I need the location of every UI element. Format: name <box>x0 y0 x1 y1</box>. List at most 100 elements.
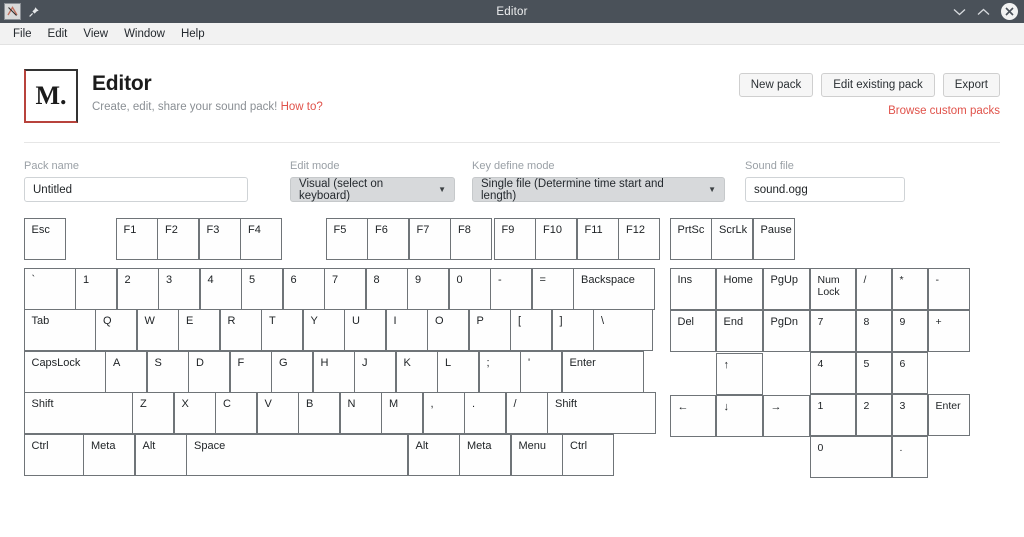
key-menu-r4c6[interactable]: Menu <box>511 434 563 476</box>
menu-item-file[interactable]: File <box>6 26 39 42</box>
key-s-r2c2[interactable]: S <box>147 351 189 393</box>
key-g-r2c5[interactable]: G <box>271 351 313 393</box>
key-arrow-down[interactable]: ↓ <box>716 395 764 437</box>
key-f8[interactable]: F8 <box>450 218 492 260</box>
key-f5[interactable]: F5 <box>326 218 368 260</box>
key-key-r0c12[interactable]: = <box>532 268 574 310</box>
key-arrow-right[interactable]: → <box>763 395 811 437</box>
key-key-r3c10[interactable]: / <box>506 392 548 434</box>
key-key-r0c11[interactable]: - <box>490 268 532 310</box>
key-numpad-enter[interactable]: Enter <box>928 394 971 436</box>
key-a-r2c1[interactable]: A <box>105 351 147 393</box>
key-d-r2c3[interactable]: D <box>188 351 230 393</box>
key-key-r1c13[interactable]: \ <box>593 309 653 351</box>
key-p-r1c10[interactable]: P <box>469 309 511 351</box>
key-numpad-7[interactable]: 7 <box>810 310 857 352</box>
key-3-r0c3[interactable]: 3 <box>158 268 200 310</box>
key-pgup[interactable]: PgUp <box>763 268 811 310</box>
key-f6[interactable]: F6 <box>367 218 409 260</box>
key-key-r2c10[interactable]: ; <box>479 351 521 393</box>
key-alt-r4c4[interactable]: Alt <box>408 434 460 476</box>
key-ctrl-r4c0[interactable]: Ctrl <box>24 434 84 476</box>
key-f12[interactable]: F12 <box>618 218 660 260</box>
key-numpad-8[interactable]: 8 <box>856 310 893 352</box>
key-f1[interactable]: F1 <box>116 218 158 260</box>
key-n-r3c6[interactable]: N <box>340 392 382 434</box>
export-button[interactable]: Export <box>943 73 1000 97</box>
key-capslock-r2c0[interactable]: CapsLock <box>24 351 106 393</box>
key-m-r3c7[interactable]: M <box>381 392 423 434</box>
edit-mode-select[interactable]: Visual (select on keyboard) ▼ <box>290 177 455 202</box>
key-scrlk[interactable]: ScrLk <box>711 218 753 260</box>
key-numpad-1[interactable]: 1 <box>810 394 857 436</box>
key-key-r3c8[interactable]: , <box>423 392 465 434</box>
key-8-r0c8[interactable]: 8 <box>366 268 408 310</box>
key-7-r0c7[interactable]: 7 <box>324 268 366 310</box>
key-w-r1c2[interactable]: W <box>137 309 179 351</box>
key-enter-r2c12[interactable]: Enter <box>562 351 644 393</box>
key-u-r1c7[interactable]: U <box>344 309 386 351</box>
key-shift-r3c0[interactable]: Shift <box>24 392 133 434</box>
key-arrow-up[interactable]: ↑ <box>716 353 764 395</box>
key-x-r3c2[interactable]: X <box>174 392 216 434</box>
key-q-r1c1[interactable]: Q <box>95 309 137 351</box>
key-key-r2c11[interactable]: ' <box>520 351 562 393</box>
key-v-r3c4[interactable]: V <box>257 392 299 434</box>
key-numpad-key[interactable]: / <box>856 268 893 310</box>
key-0-r0c10[interactable]: 0 <box>449 268 491 310</box>
key-key-r1c11[interactable]: [ <box>510 309 552 351</box>
pack-name-input[interactable]: Untitled <box>24 177 248 202</box>
key-y-r1c6[interactable]: Y <box>303 309 345 351</box>
key-numpad-num-lock[interactable]: NumLock <box>810 268 857 310</box>
key-numpad-5[interactable]: 5 <box>856 352 893 394</box>
key-b-r3c5[interactable]: B <box>298 392 340 434</box>
sound-file-input[interactable]: sound.ogg <box>745 177 905 202</box>
new-pack-button[interactable]: New pack <box>739 73 814 97</box>
key-key-r0c0[interactable]: ` <box>24 268 76 310</box>
browse-custom-packs-link[interactable]: Browse custom packs <box>739 105 1000 117</box>
key-numpad-key[interactable]: - <box>928 268 971 310</box>
key-6-r0c6[interactable]: 6 <box>283 268 325 310</box>
key-l-r2c9[interactable]: L <box>437 351 479 393</box>
key-end[interactable]: End <box>716 310 764 352</box>
key-c-r3c3[interactable]: C <box>215 392 257 434</box>
key-pgdn[interactable]: PgDn <box>763 310 811 352</box>
key-numpad-key[interactable]: + <box>928 310 971 352</box>
how-to-link[interactable]: How to? <box>281 101 323 113</box>
key-t-r1c5[interactable]: T <box>261 309 303 351</box>
close-icon[interactable] <box>1001 3 1018 20</box>
key-home[interactable]: Home <box>716 268 764 310</box>
key-space-r4c3[interactable]: Space <box>186 434 408 476</box>
key-f11[interactable]: F11 <box>577 218 619 260</box>
key-f3[interactable]: F3 <box>199 218 241 260</box>
key-backspace-r0c13[interactable]: Backspace <box>573 268 655 310</box>
key-4-r0c4[interactable]: 4 <box>200 268 242 310</box>
key-numpad-key[interactable]: . <box>892 436 929 478</box>
key-r-r1c4[interactable]: R <box>220 309 262 351</box>
key-numpad-9[interactable]: 9 <box>892 310 929 352</box>
key-key-r1c12[interactable]: ] <box>552 309 594 351</box>
key-ins[interactable]: Ins <box>670 268 717 310</box>
key-f-r2c4[interactable]: F <box>230 351 272 393</box>
key-z-r3c1[interactable]: Z <box>132 392 174 434</box>
key-del[interactable]: Del <box>670 310 717 352</box>
key-2-r0c2[interactable]: 2 <box>117 268 159 310</box>
key-alt-r4c2[interactable]: Alt <box>135 434 187 476</box>
key-e-r1c3[interactable]: E <box>178 309 220 351</box>
key-f7[interactable]: F7 <box>409 218 451 260</box>
edit-existing-pack-button[interactable]: Edit existing pack <box>821 73 935 97</box>
key-k-r2c8[interactable]: K <box>396 351 438 393</box>
key-meta-r4c1[interactable]: Meta <box>83 434 135 476</box>
key-f4[interactable]: F4 <box>240 218 282 260</box>
key-1-r0c1[interactable]: 1 <box>75 268 117 310</box>
key-numpad-0[interactable]: 0 <box>810 436 893 478</box>
key-j-r2c7[interactable]: J <box>354 351 396 393</box>
key-numpad-2[interactable]: 2 <box>856 394 893 436</box>
key-esc[interactable]: Esc <box>24 218 66 260</box>
key-5-r0c5[interactable]: 5 <box>241 268 283 310</box>
chevron-down-icon[interactable] <box>953 6 966 18</box>
menu-item-help[interactable]: Help <box>174 26 212 42</box>
key-pause[interactable]: Pause <box>753 218 795 260</box>
key-h-r2c6[interactable]: H <box>313 351 355 393</box>
key-o-r1c9[interactable]: O <box>427 309 469 351</box>
